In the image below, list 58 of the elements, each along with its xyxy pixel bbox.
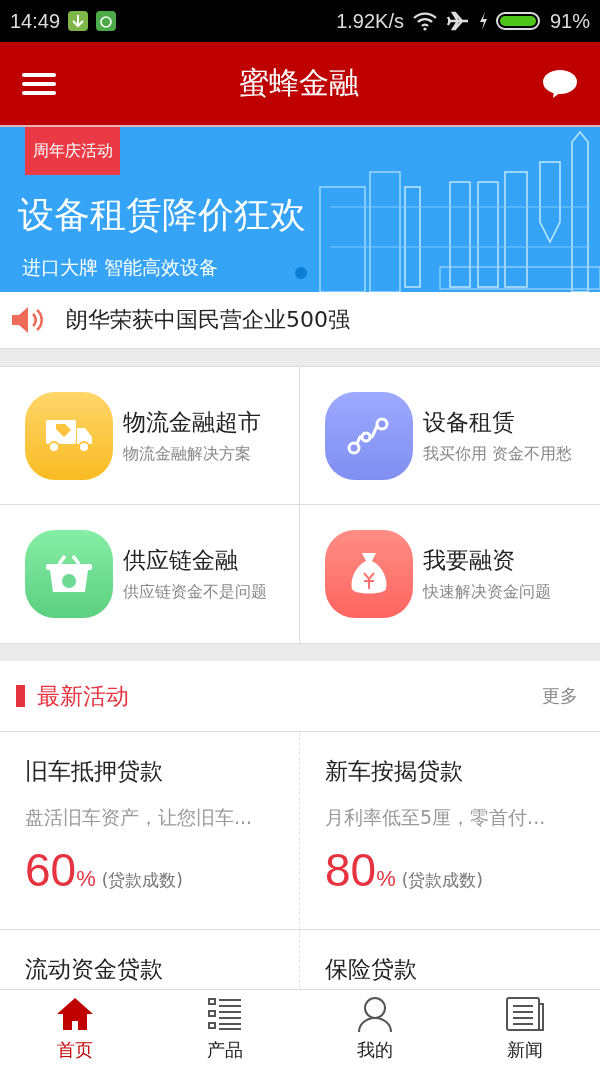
service-tile[interactable]: 设备租赁 我买你用 资金不用愁 xyxy=(300,367,600,505)
loan-ratio: 60 xyxy=(25,843,77,897)
banner-subline: 进口大牌 智能高效设备 xyxy=(22,255,219,280)
loan-description: 月利率低至5厘，零首付... xyxy=(325,805,547,830)
percent-sign: % xyxy=(76,866,96,892)
app-icon xyxy=(96,11,117,31)
service-title: 我要融资 xyxy=(423,546,516,575)
app-title: 蜜蜂金融 xyxy=(239,64,359,102)
loan-title: 旧车抵押贷款 xyxy=(25,757,164,786)
status-time: 14:49 xyxy=(10,9,61,33)
airplane-icon xyxy=(445,9,470,33)
banner-headline: 设备租赁降价狂欢 xyxy=(18,193,306,237)
wifi-icon xyxy=(411,11,438,31)
nav-tab[interactable]: 首页 xyxy=(0,990,150,1067)
menu-icon[interactable] xyxy=(22,71,56,96)
loan-title: 保险贷款 xyxy=(325,955,418,984)
service-icon xyxy=(25,391,113,480)
service-subtitle: 我买你用 资金不用愁 xyxy=(423,443,572,465)
service-tile[interactable]: 物流金融超市 物流金融解决方案 xyxy=(0,367,300,505)
promo-banner[interactable]: 周年庆活动 设备租赁降价狂欢 进口大牌 智能高效设备 xyxy=(0,127,600,292)
service-title: 设备租赁 xyxy=(423,407,516,437)
loan-description: 盘活旧车资产，让您旧车... xyxy=(25,805,254,830)
service-icon xyxy=(325,530,413,618)
speaker-icon xyxy=(10,305,46,335)
service-tile[interactable]: 供应链金融 供应链资金不是问题 xyxy=(0,505,300,643)
service-icon xyxy=(25,530,113,618)
charging-icon xyxy=(477,11,488,31)
service-subtitle: 物流金融解决方案 xyxy=(123,443,252,465)
service-title: 物流金融超市 xyxy=(123,407,261,437)
more-link[interactable]: 更多 xyxy=(542,684,578,708)
loan-title: 流动资金贷款 xyxy=(25,955,164,984)
battery-level: 91% xyxy=(549,9,590,33)
nav-tab[interactable]: 新闻 xyxy=(450,990,600,1067)
ratio-label: (贷款成数) xyxy=(101,869,183,892)
nav-tab[interactable]: 我的 xyxy=(300,990,450,1067)
message-icon[interactable] xyxy=(542,68,578,99)
percent-sign: % xyxy=(376,866,396,892)
loan-ratio: 80 xyxy=(325,843,377,897)
service-subtitle: 供应链资金不是问题 xyxy=(123,582,267,603)
service-icon xyxy=(325,391,413,480)
promo-tag: 周年庆活动 xyxy=(25,127,120,175)
loan-title: 新车按揭贷款 xyxy=(325,757,464,786)
loan-card[interactable]: 新车按揭贷款 月利率低至5厘，零首付... 80% (贷款成数) xyxy=(300,732,600,930)
nav-tab[interactable]: 产品 xyxy=(150,990,300,1067)
section-marker xyxy=(16,685,25,707)
newspaper-icon xyxy=(505,995,545,1032)
service-tile[interactable]: 我要融资 快速解决资金问题 xyxy=(300,505,600,643)
service-subtitle: 快速解决资金问题 xyxy=(423,582,551,603)
ratio-label: (贷款成数) xyxy=(401,869,483,892)
home-icon xyxy=(55,995,95,1032)
download-icon xyxy=(68,11,89,31)
news-ticker-text[interactable]: 朗华荣获中国民营企业500强 xyxy=(66,305,350,335)
battery-icon xyxy=(495,11,542,31)
person-icon xyxy=(355,995,395,1032)
network-speed: 1.92K/s xyxy=(336,9,404,33)
service-title: 供应链金融 xyxy=(123,546,239,575)
section-title: 最新活动 xyxy=(37,681,129,711)
loan-card[interactable]: 旧车抵押贷款 盘活旧车资产，让您旧车... 60% (贷款成数) xyxy=(0,732,300,930)
